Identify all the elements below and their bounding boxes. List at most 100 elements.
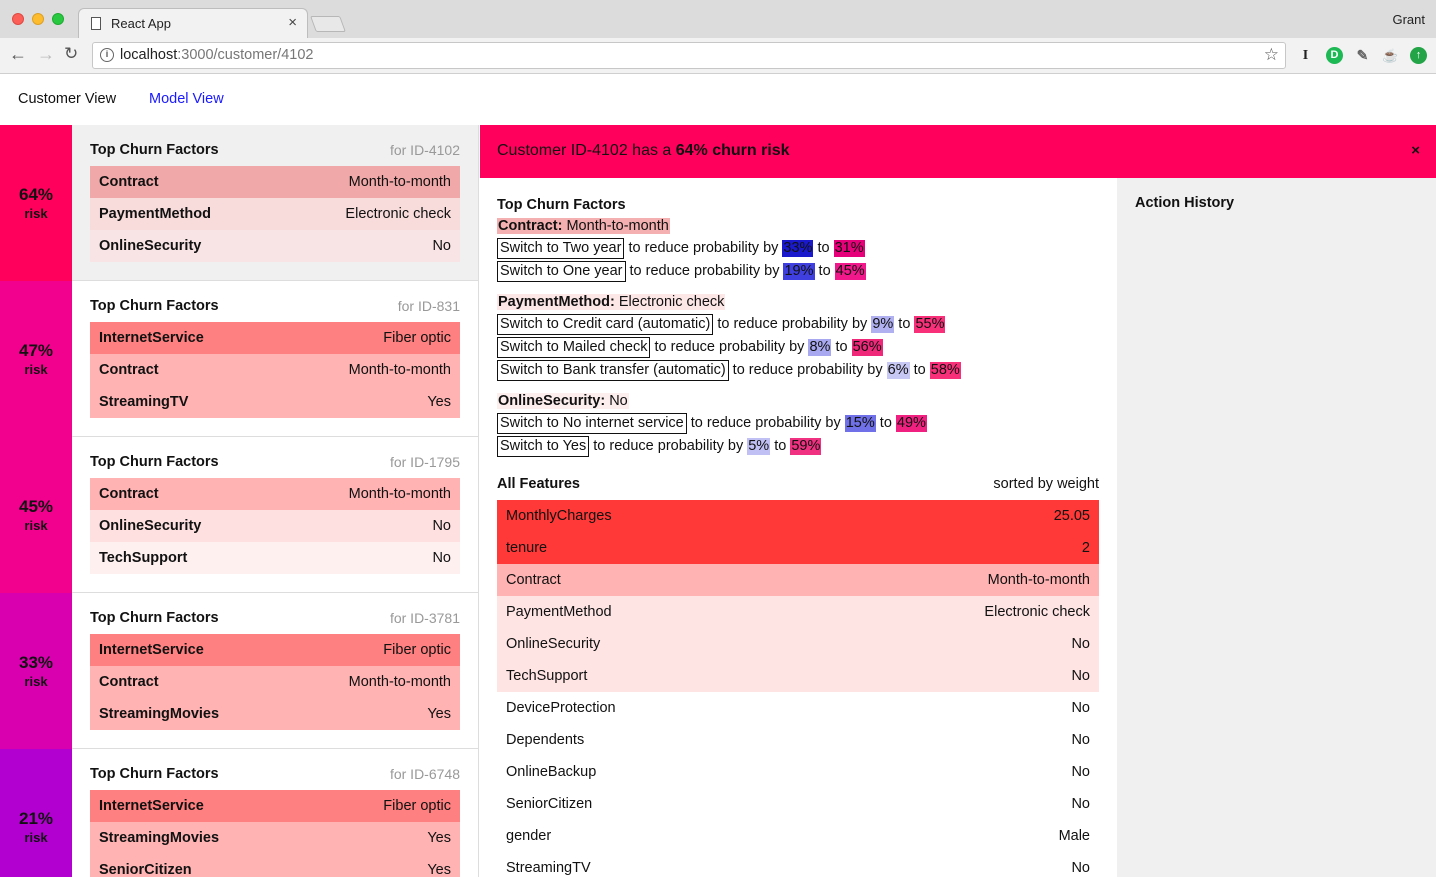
new-probability: 58% <box>929 362 961 379</box>
feature-row: gender Male <box>497 820 1099 852</box>
factor-name: PaymentMethod <box>99 206 211 222</box>
risk-label: risk <box>24 830 48 845</box>
switch-action-button[interactable]: Switch to Yes <box>497 436 590 457</box>
card-heading: Top Churn Factors for ID-831 <box>90 298 460 314</box>
new-probability: 45% <box>834 263 866 280</box>
action-history-title: Action History <box>1135 195 1235 211</box>
extension-cup-icon[interactable]: ☕ <box>1382 47 1399 64</box>
sort-label[interactable]: sorted by weight <box>993 476 1099 492</box>
risk-badge: 33% risk <box>0 593 72 749</box>
factor-value: No <box>432 550 451 566</box>
action-to-text: to <box>814 263 835 279</box>
risk-label: risk <box>24 518 48 533</box>
factor-name: InternetService <box>99 798 204 814</box>
bookmark-star-icon[interactable]: ☆ <box>1264 45 1279 65</box>
switch-action-button[interactable]: Switch to One year <box>497 261 626 282</box>
factor-value: Fiber optic <box>383 642 451 658</box>
feature-row: Contract Month-to-month <box>497 564 1099 596</box>
minimize-window-button[interactable] <box>32 13 44 25</box>
model-view-link[interactable]: Model View <box>149 91 224 107</box>
close-window-button[interactable] <box>12 13 24 25</box>
url-text[interactable]: localhost:3000/customer/4102 <box>120 47 313 63</box>
feature-value: 25.05 <box>1053 508 1090 524</box>
customer-card[interactable]: 45% risk Top Churn Factors for ID-1795 Contr… <box>0 437 478 593</box>
factor-name: InternetService <box>99 642 204 658</box>
factor-name: Contract <box>99 174 159 190</box>
extension-i-icon[interactable]: I <box>1297 47 1314 64</box>
browser-tab[interactable]: React App × <box>78 8 308 39</box>
factor-name: Contract <box>99 362 159 378</box>
customer-card[interactable]: 47% risk Top Churn Factors for ID-831 Intern… <box>0 281 478 437</box>
risk-badge: 45% risk <box>0 437 72 593</box>
action-text: to reduce probability by <box>650 339 809 355</box>
risk-label: risk <box>24 206 48 221</box>
factor-value: Month-to-month <box>348 362 451 378</box>
feature-name: Dependents <box>506 732 585 748</box>
customer-id: for ID-6748 <box>389 766 460 782</box>
close-icon[interactable]: × <box>1411 142 1420 159</box>
switch-action-button[interactable]: Switch to No internet service <box>497 413 687 434</box>
factor-value: Month-to-month <box>348 486 451 502</box>
action-to-text: to <box>770 438 791 454</box>
top-churn-factors-title: Top Churn Factors <box>497 197 626 213</box>
risk-percent: 33% <box>18 653 54 672</box>
feature-row: SeniorCitizen No <box>497 788 1099 820</box>
app-navigation: Customer View Model View <box>0 75 1436 125</box>
factor-value: Month-to-month <box>348 174 451 190</box>
risk-label: risk <box>24 674 48 689</box>
risk-percent: 47% <box>18 341 54 360</box>
document-icon <box>91 17 101 30</box>
new-tab-button[interactable] <box>310 16 346 32</box>
maximize-window-button[interactable] <box>52 13 64 25</box>
customer-card[interactable]: 33% risk Top Churn Factors for ID-3781 Inter… <box>0 593 478 749</box>
factor-row: StreamingMovies Yes <box>90 822 460 854</box>
factor-name: InternetService <box>99 330 204 346</box>
address-bar[interactable]: i localhost:3000/customer/4102 ☆ <box>92 42 1286 69</box>
action-to-text: to <box>894 316 915 332</box>
switch-action-button[interactable]: Switch to Two year <box>497 238 625 259</box>
browser-user-name[interactable]: Grant <box>1392 12 1425 27</box>
feature-name: StreamingTV <box>506 860 591 876</box>
churn-factor-heading: OnlineSecurity: No <box>497 393 629 409</box>
factor-name: TechSupport <box>99 550 188 566</box>
action-to-text: to <box>909 362 930 378</box>
customer-card[interactable]: 64% risk Top Churn Factors for ID-4102 Contr… <box>0 125 478 281</box>
browser-toolbar: ← → ↻ i localhost:3000/customer/4102 ☆ I… <box>0 38 1436 74</box>
factor-row: Contract Month-to-month <box>90 478 460 510</box>
customer-card[interactable]: 21% risk Top Churn Factors for ID-6748 Inter… <box>0 749 478 877</box>
card-heading: Top Churn Factors for ID-1795 <box>90 454 460 470</box>
risk-label: risk <box>24 362 48 377</box>
factor-row: StreamingTV Yes <box>90 386 460 418</box>
churn-factor-heading: Contract: Month-to-month <box>497 218 670 234</box>
extension-upload-icon[interactable]: ↑ <box>1410 47 1427 64</box>
factor-row: OnlineSecurity No <box>90 510 460 542</box>
feature-row: TechSupport No <box>497 660 1099 692</box>
detail-body: Top Churn Factors All Features sorted by… <box>480 178 1117 877</box>
risk-badge: 21% risk <box>0 749 72 877</box>
extension-pen-icon[interactable]: ✎ <box>1354 47 1371 64</box>
reload-icon[interactable]: ↻ <box>64 44 78 64</box>
back-arrow-icon[interactable]: ← <box>9 44 27 65</box>
action-to-text: to <box>813 240 834 256</box>
risk-percent: 45% <box>18 497 54 516</box>
customer-view-link[interactable]: Customer View <box>18 91 116 107</box>
factor-value: Yes <box>427 862 451 877</box>
switch-action-button[interactable]: Switch to Credit card (automatic) <box>497 314 714 335</box>
factor-row: StreamingMovies Yes <box>90 698 460 730</box>
switch-action-button[interactable]: Switch to Bank transfer (automatic) <box>497 360 729 381</box>
new-probability: 49% <box>895 415 927 432</box>
new-probability: 55% <box>914 316 946 333</box>
factor-row: PaymentMethod Electronic check <box>90 198 460 230</box>
risk-percent: 64% <box>18 185 54 204</box>
reduction-percent: 19% <box>783 263 815 280</box>
forward-arrow-icon[interactable]: → <box>37 44 55 65</box>
tab-close-icon[interactable]: × <box>288 14 297 31</box>
info-icon[interactable]: i <box>100 48 114 62</box>
extension-d-icon[interactable]: D <box>1326 47 1343 64</box>
risk-percent: 21% <box>18 809 54 828</box>
switch-action-button[interactable]: Switch to Mailed check <box>497 337 651 358</box>
factor-name: StreamingTV <box>99 394 189 410</box>
reduction-percent: 33% <box>782 240 814 257</box>
feature-value: No <box>1071 700 1090 716</box>
reduction-percent: 9% <box>871 316 895 333</box>
